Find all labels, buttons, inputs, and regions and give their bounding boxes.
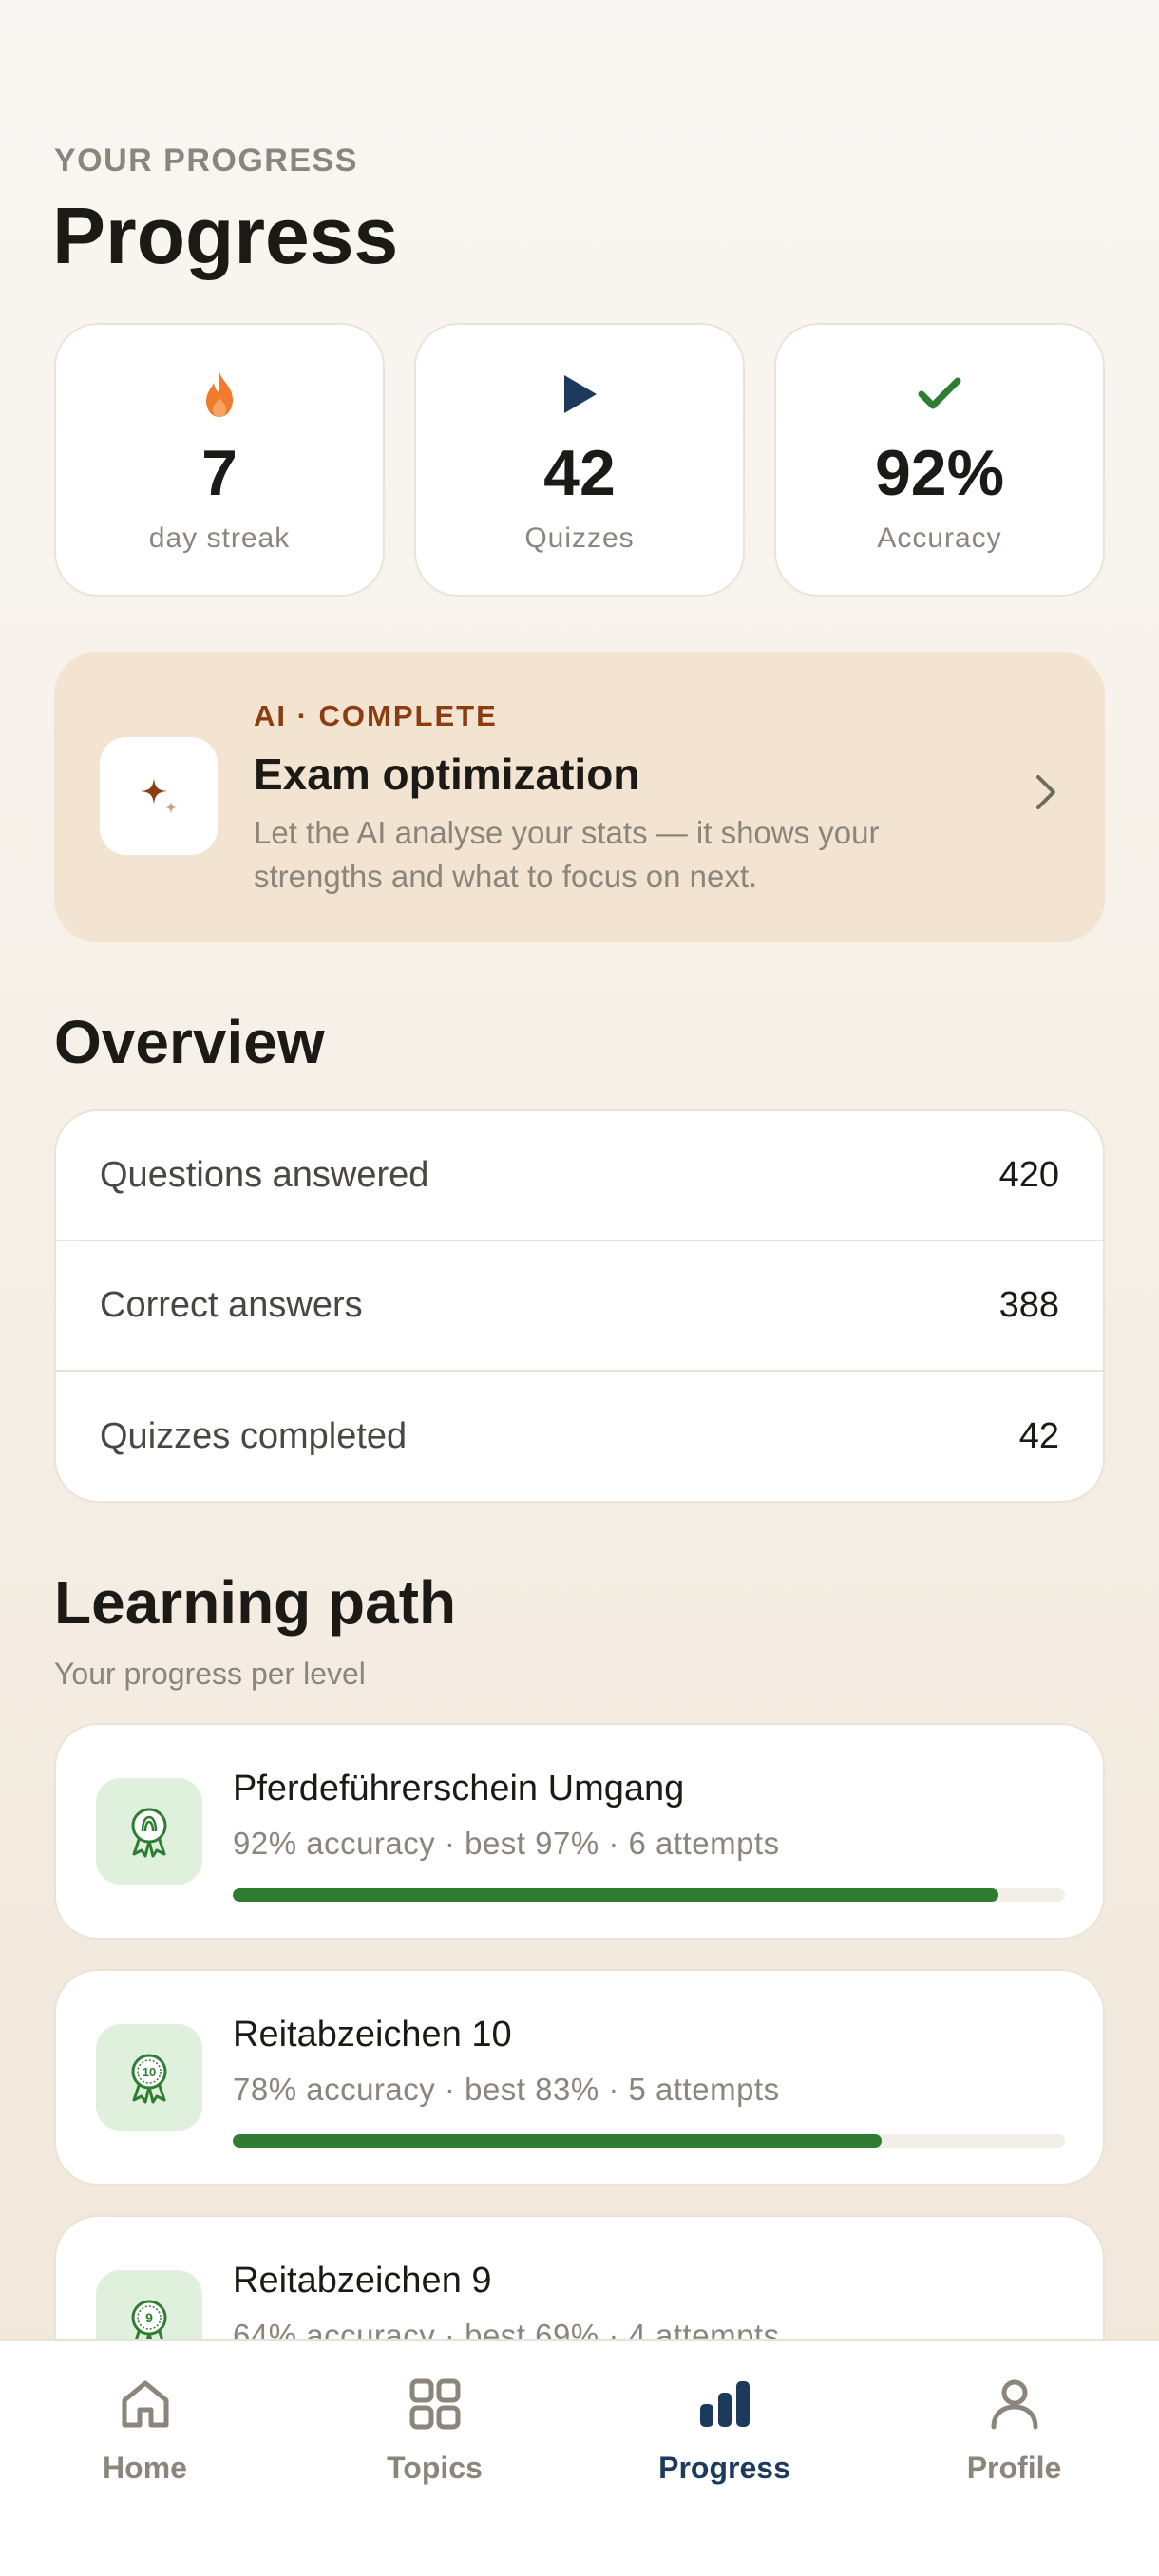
sparkle-icon — [100, 737, 218, 855]
learning-path-name: Pferdeführerschein Umgang — [233, 1769, 685, 1809]
overview-label: Quizzes completed — [100, 1416, 408, 1456]
nav-label: Topics — [387, 2451, 483, 2485]
ai-kicker: AI · COMPLETE — [254, 699, 498, 732]
nav-label: Progress — [658, 2451, 790, 2485]
nav-item-home[interactable]: Home — [0, 2341, 290, 2576]
stat-value: 42 — [543, 437, 616, 509]
learning-path-title: Learning path — [54, 1568, 457, 1637]
nav-label: Home — [103, 2451, 187, 2485]
overview-list: Questions answered 420 Correct answers 3… — [54, 1109, 1105, 1503]
overview-value: 388 — [998, 1285, 1059, 1325]
home-icon — [117, 2376, 174, 2437]
overview-label: Questions answered — [100, 1155, 429, 1195]
bar-chart-icon — [696, 2376, 753, 2437]
progress-fill — [233, 1888, 998, 1902]
nav-item-progress[interactable]: Progress — [580, 2341, 869, 2576]
overview-label: Correct answers — [100, 1285, 363, 1325]
progress-fill — [233, 2134, 883, 2148]
ai-card-description: Let the AI analyse your stats — it shows… — [254, 815, 880, 894]
stat-value: 92% — [874, 437, 1005, 509]
badge-number: 9 — [145, 2310, 153, 2325]
progress-bar — [233, 2134, 1065, 2148]
flame-icon — [200, 369, 238, 420]
page-title: Progress — [52, 191, 399, 280]
grid-icon — [407, 2376, 464, 2437]
stat-label: day streak — [148, 522, 291, 554]
learning-path-meta: 78% accuracy · best 83% · 5 attempts — [233, 2072, 780, 2107]
ai-card-title: Exam optimization — [254, 749, 640, 799]
nav-label: Profile — [966, 2451, 1062, 2485]
overview-value: 42 — [1018, 1416, 1059, 1456]
stat-card-quizzes: 42 Quizzes — [414, 323, 745, 597]
progress-bar — [233, 1888, 1065, 1902]
bottom-nav: Home Topics Progress Profile — [0, 2339, 1159, 2576]
overview-value: 420 — [998, 1155, 1059, 1195]
stat-label: Quizzes — [524, 522, 635, 554]
user-icon — [986, 2376, 1043, 2437]
badge-number: 10 — [142, 2065, 156, 2079]
check-icon — [918, 369, 961, 420]
stat-label: Accuracy — [877, 522, 1002, 554]
stat-card-accuracy: 92% Accuracy — [774, 323, 1105, 597]
learning-path-meta: 92% accuracy · best 97% · 6 attempts — [233, 1826, 780, 1861]
nav-item-topics[interactable]: Topics — [290, 2341, 580, 2576]
nav-item-profile[interactable]: Profile — [869, 2341, 1159, 2576]
learning-path-name: Reitabzeichen 9 — [233, 2261, 492, 2301]
badge-icon — [96, 1778, 202, 1885]
page-eyebrow: YOUR PROGRESS — [54, 142, 358, 179]
stats-row: 7 day streak 42 Quizzes 92% Accuracy — [54, 323, 1105, 597]
overview-row: Quizzes completed 42 — [56, 1372, 1103, 1501]
overview-row: Questions answered 420 — [56, 1111, 1103, 1241]
badge-10-icon: 10 — [96, 2024, 202, 2131]
ai-exam-optimization-card[interactable]: AI · COMPLETE Exam optimization Let the … — [54, 652, 1105, 942]
learning-path-name: Reitabzeichen 10 — [233, 2015, 512, 2055]
learning-path-subtitle: Your progress per level — [54, 1657, 366, 1691]
stat-card-streak: 7 day streak — [54, 323, 385, 597]
stat-value: 7 — [201, 437, 238, 509]
progress-screen: YOUR PROGRESS Progress 7 day streak 42 Q… — [0, 0, 1159, 2576]
learning-path-item[interactable]: 10 Reitabzeichen 10 78% accuracy · best … — [54, 1969, 1105, 2186]
overview-title: Overview — [54, 1008, 325, 1076]
play-icon — [560, 369, 598, 420]
chevron-right-icon — [1033, 771, 1059, 818]
overview-row: Correct answers 388 — [56, 1241, 1103, 1372]
learning-path-item[interactable]: Pferdeführerschein Umgang 92% accuracy ·… — [54, 1723, 1105, 1940]
